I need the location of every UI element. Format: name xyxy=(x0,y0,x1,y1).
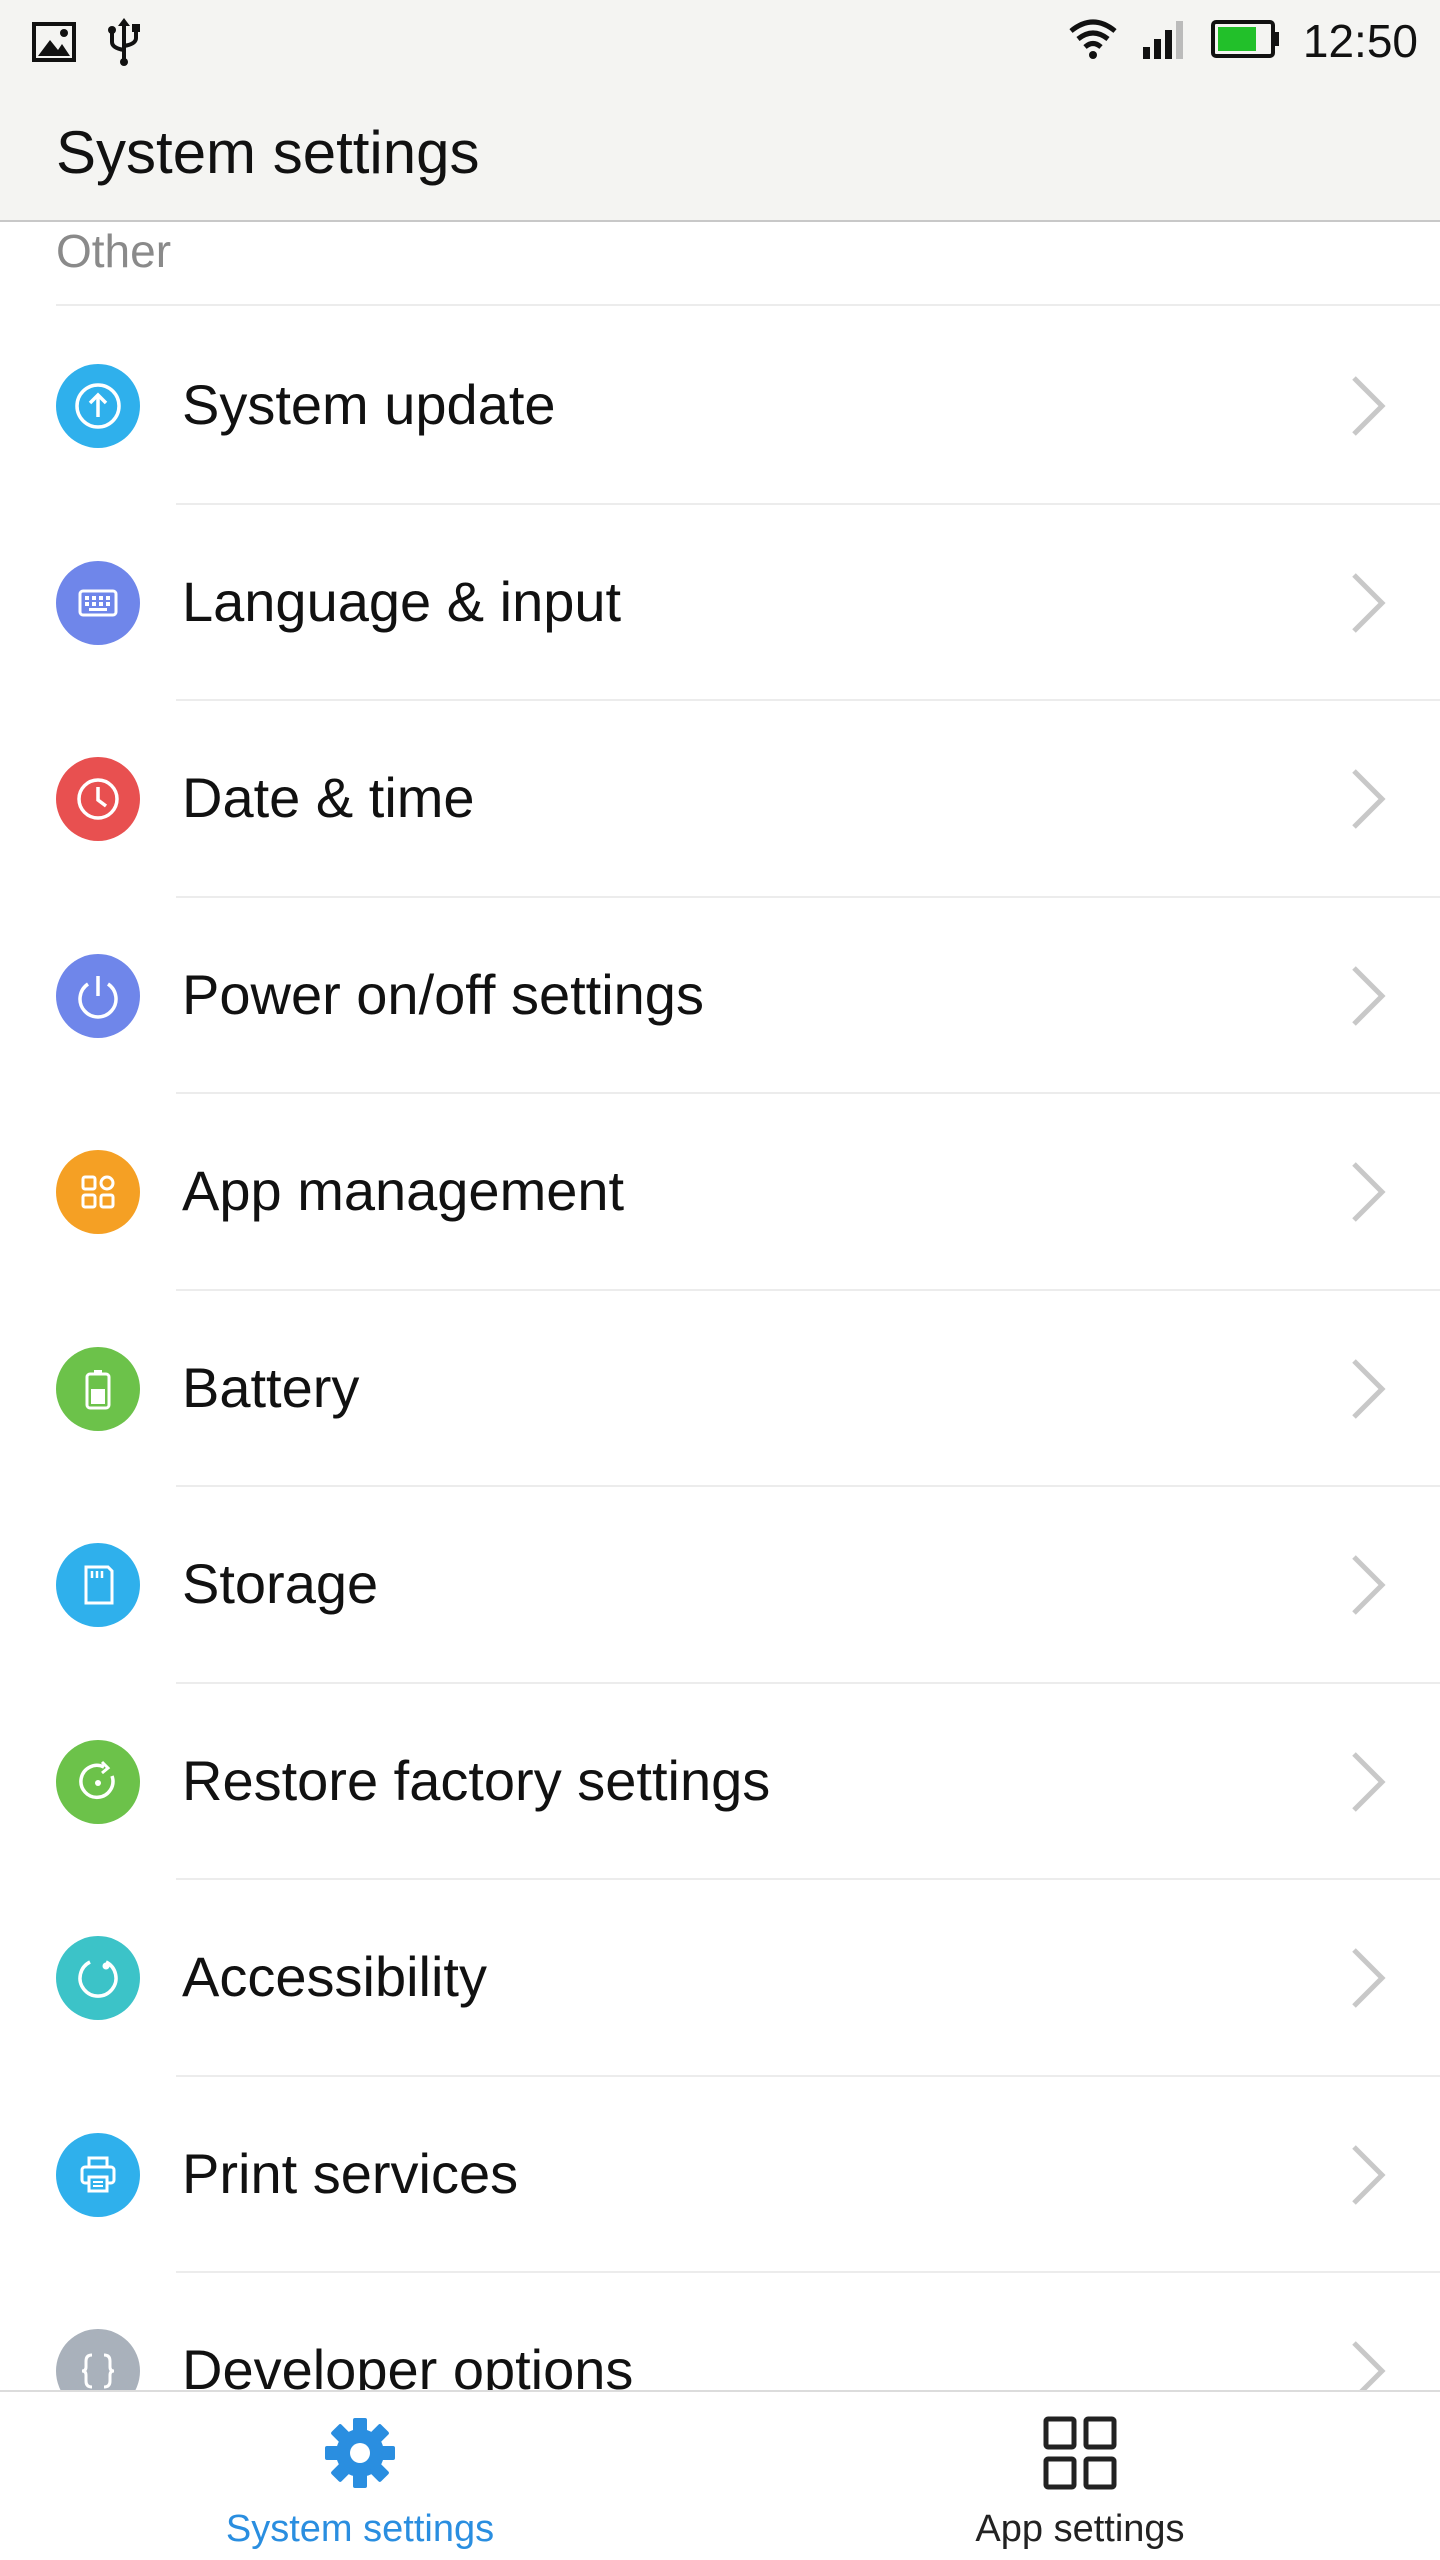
wifi-icon xyxy=(1067,17,1119,66)
list-item-label: App management xyxy=(182,1159,625,1222)
accessibility-icon xyxy=(56,1936,140,2020)
chevron-right-icon xyxy=(1352,769,1386,829)
list-item-system-update[interactable]: System update xyxy=(0,308,1440,505)
list-item-label: Print services xyxy=(182,2141,519,2205)
list-item-date-time[interactable]: Date & time xyxy=(0,701,1440,898)
list-item-label: Storage xyxy=(182,1552,379,1615)
apps-grid-icon xyxy=(56,1150,140,1234)
list-item-label: Restore factory settings xyxy=(182,1748,771,1812)
bottom-navigation: System settings App settings xyxy=(0,2390,1440,2560)
battery-icon xyxy=(56,1346,140,1431)
chevron-right-icon xyxy=(1352,1751,1386,1812)
status-bar-right: 12:50 xyxy=(1067,14,1418,68)
power-icon xyxy=(56,953,140,1038)
list-item-label: Developer options xyxy=(182,2338,634,2390)
chevron-right-icon xyxy=(1352,2144,1386,2205)
braces-icon xyxy=(56,2329,140,2390)
chevron-right-icon xyxy=(1352,376,1386,436)
list-item-label: Battery xyxy=(182,1355,360,1419)
restore-icon xyxy=(56,1739,140,1824)
list-item-label: Accessibility xyxy=(182,1945,487,2008)
settings-list: System update Language & input Date & ti… xyxy=(0,308,1440,2390)
tab-label: System settings xyxy=(225,2508,495,2550)
signal-icon xyxy=(1141,17,1189,66)
tab-system-settings[interactable]: System settings xyxy=(0,2392,720,2560)
list-item-label: Language & input xyxy=(182,569,622,633)
clock-icon xyxy=(56,757,140,841)
list-item-print-services[interactable]: Print services xyxy=(0,2077,1440,2273)
section-header: Other xyxy=(56,222,1440,306)
list-item-app-management[interactable]: App management xyxy=(0,1094,1440,1291)
chevron-right-icon xyxy=(1352,2341,1386,2390)
app-bar: System settings xyxy=(0,88,1440,222)
image-icon xyxy=(32,22,76,67)
page-title: System settings xyxy=(56,119,480,186)
status-bar: 12:50 xyxy=(0,0,1440,88)
chevron-right-icon xyxy=(1352,1162,1386,1222)
grid-icon xyxy=(1043,2416,1117,2490)
sd-card-icon xyxy=(56,1543,140,1627)
list-item-label: System update xyxy=(182,373,556,436)
status-bar-left xyxy=(32,18,142,71)
list-item-restore-factory[interactable]: Restore factory settings xyxy=(0,1684,1440,1880)
list-item-label: Date & time xyxy=(182,766,475,829)
section-title: Other xyxy=(56,225,172,277)
chevron-right-icon xyxy=(1352,965,1386,1026)
list-item-language-input[interactable]: Language & input xyxy=(0,505,1440,701)
list-item-accessibility[interactable]: Accessibility xyxy=(0,1880,1440,2077)
usb-icon xyxy=(106,18,142,71)
settings-list-container[interactable]: Other System update Language & input Dat… xyxy=(0,222,1440,2390)
chevron-right-icon xyxy=(1352,1555,1386,1615)
chevron-right-icon xyxy=(1352,1948,1386,2008)
list-item-power-settings[interactable]: Power on/off settings xyxy=(0,898,1440,1094)
list-item-battery[interactable]: Battery xyxy=(0,1291,1440,1487)
system-update-icon xyxy=(56,364,140,448)
gear-icon xyxy=(325,2418,395,2488)
chevron-right-icon xyxy=(1352,1358,1386,1419)
chevron-right-icon xyxy=(1352,572,1386,633)
tab-app-settings[interactable]: App settings xyxy=(720,2392,1440,2560)
battery-icon xyxy=(1210,19,1281,64)
printer-icon xyxy=(56,2132,140,2217)
status-time: 12:50 xyxy=(1302,15,1418,67)
keyboard-icon xyxy=(56,560,140,645)
tab-label: App settings xyxy=(975,2508,1185,2550)
list-item-label: Power on/off settings xyxy=(182,962,704,1026)
list-item-developer-options[interactable]: Developer options xyxy=(0,2273,1440,2390)
list-item-storage[interactable]: Storage xyxy=(0,1487,1440,1684)
